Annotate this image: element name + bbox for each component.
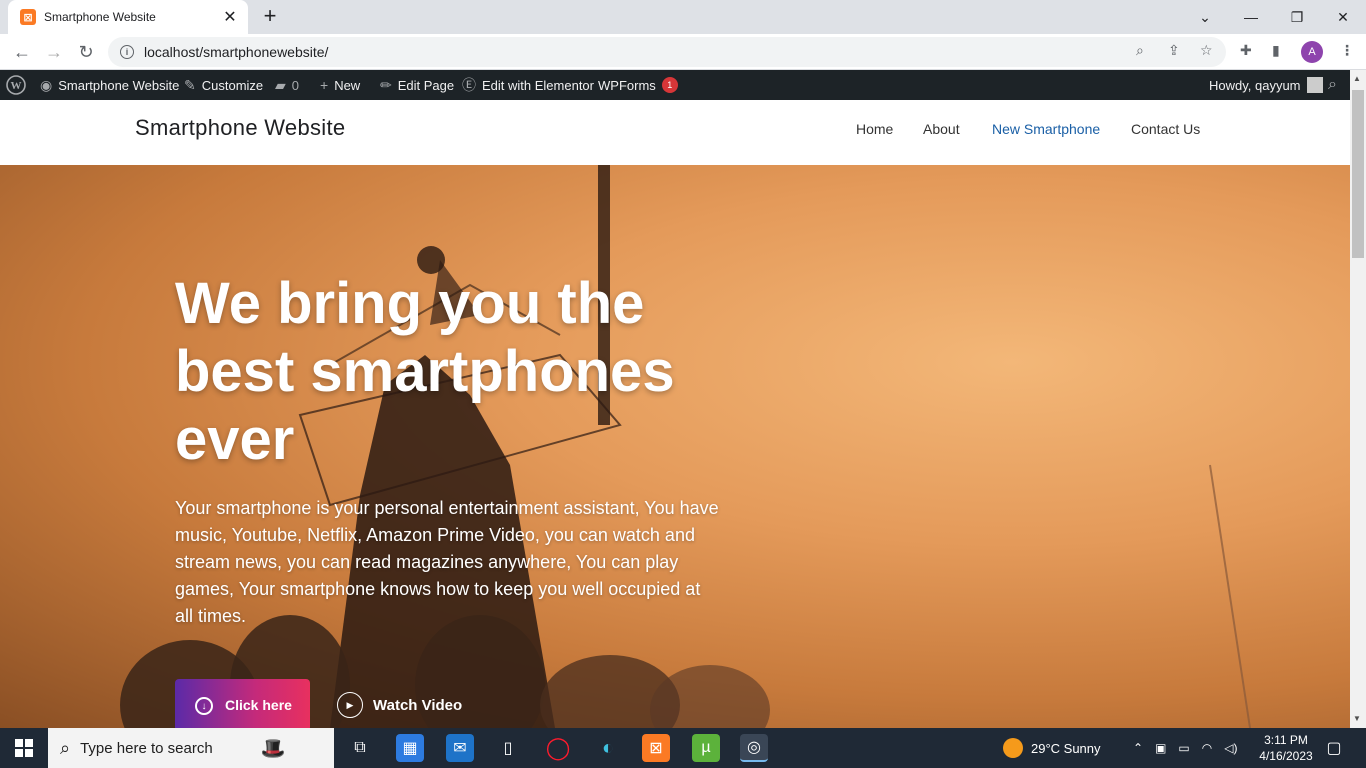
volume-icon[interactable]: ◁) [1224,741,1237,755]
nav-contact-us[interactable]: Contact Us [1131,121,1200,137]
play-icon: ▶ [337,692,363,718]
utorrent-icon[interactable]: µ [692,734,720,762]
edge-icon[interactable]: ◐ [594,734,622,762]
wp-wpforms[interactable]: WPForms 1 [598,70,678,100]
nav-about[interactable]: About [923,121,960,137]
zoom-icon[interactable]: ⌕ [1136,42,1144,59]
wp-comments[interactable]: ▰ 0 [275,70,299,100]
extensions-icon[interactable]: ✚ [1240,42,1252,59]
xampp-icon[interactable]: ⊠ [642,734,670,762]
scroll-up-icon[interactable]: ▲ [1353,74,1361,83]
wpforms-badge: 1 [661,77,678,93]
hero-heading: We bring you the best smartphones ever [175,271,675,472]
tab-title: Smartphone Website [44,10,156,24]
plus-icon: + [320,77,329,93]
brush-icon: ✎ [184,76,196,93]
profile-avatar[interactable]: A [1301,41,1323,63]
system-tray: ⌃ ▣ ▭ ◠ ◁) [1133,728,1237,768]
search-icon: ⌕ [60,737,71,758]
restore-button[interactable]: ❐ [1274,0,1320,34]
wp-edit-page[interactable]: ✏ Edit Page [380,70,454,100]
taskbar-search-box[interactable]: ⌕ Type here to search 🎩 [48,728,334,768]
wp-customize-label: Customize [201,77,264,93]
pencil-icon: ✏ [380,76,392,93]
wp-site-name[interactable]: ◉ Smartphone Website [40,70,179,100]
comments-count: 0 [291,77,300,93]
chevron-up-icon[interactable]: ⌃ [1133,741,1143,755]
wp-greeting: Howdy, qayyum [1209,77,1301,93]
tab-search-icon[interactable]: ⌄ [1182,0,1228,34]
download-circle-icon: ↓ [195,697,213,715]
wifi-icon[interactable]: ◠ [1202,741,1212,755]
wp-edit-page-label: Edit Page [397,77,455,93]
address-bar[interactable]: i localhost/smartphonewebsite/ [108,37,1226,67]
side-panel-icon[interactable]: ▮ [1272,42,1280,59]
weather-text: 29°C Sunny [1031,740,1101,756]
wp-wpforms-label: WPForms [598,77,656,93]
hero-paragraph: Your smartphone is your personal enterta… [175,498,719,626]
wp-admin-bar: W ◉ Smartphone Website ✎ Customize ▰ 0 +… [0,70,1366,100]
wp-elementor[interactable]: Ⓔ Edit with Elementor [462,70,594,100]
browser-tabstrip: ⊠ Smartphone Website ✕ + ⌄ — ❐ ✕ [0,0,1366,34]
wp-customize[interactable]: ✎ Customize [184,70,263,100]
scroll-down-icon[interactable]: ▼ [1353,714,1361,723]
browser-tab[interactable]: ⊠ Smartphone Website ✕ [8,0,248,34]
site-header: Smartphone Website Home About New Smartp… [0,100,1350,165]
task-view-icon[interactable]: ⧉ [346,734,374,762]
menu-kebab-icon[interactable]: ⋮ [1340,42,1354,59]
reload-icon[interactable]: ↻ [72,38,100,66]
scrollbar-thumb[interactable] [1352,90,1364,258]
bookmark-star-icon[interactable]: ☆ [1200,42,1213,59]
share-icon[interactable]: ⇪ [1168,42,1180,59]
clock-date: 4/16/2023 [1259,749,1313,763]
dashboard-icon: ◉ [40,76,53,93]
svg-text:W: W [11,80,22,92]
windows-taskbar: ⌕ Type here to search 🎩 ⧉ ▦ ✉ ▯ ◯ ◐ ⊠ µ … [0,728,1366,768]
hero-section: We bring you the best smartphones ever Y… [0,165,1350,728]
browser-toolbar: ← → ↻ i localhost/smartphonewebsite/ ⌕ ⇪… [0,34,1366,70]
site-title[interactable]: Smartphone Website [135,115,345,141]
taskbar-search-placeholder: Type here to search [80,739,213,757]
click-here-label: Click here [225,697,292,713]
nav-home[interactable]: Home [856,121,893,137]
watch-video-label: Watch Video [373,696,463,714]
wp-account[interactable]: Howdy, qayyum [1209,70,1323,100]
url-text: localhost/smartphonewebsite/ [144,44,329,60]
page-scrollbar[interactable]: ▲ ▼ [1350,70,1366,728]
watch-video-button[interactable]: ▶ Watch Video [337,692,462,718]
weather-widget[interactable]: 29°C Sunny [1003,728,1101,768]
wp-search-icon[interactable]: ⌕ [1328,70,1337,100]
notification-icon[interactable]: ▢ [1320,734,1348,762]
sun-icon [1003,738,1023,758]
minimize-button[interactable]: — [1228,0,1274,34]
search-decoration-icon: 🎩 [260,737,286,760]
site-info-icon[interactable]: i [120,45,134,59]
wp-new[interactable]: + New [320,70,360,100]
forward-icon[interactable]: → [40,38,68,66]
elementor-icon: Ⓔ [462,77,476,93]
wp-new-label: New [334,77,361,93]
clock[interactable]: 3:11 PM 4/16/2023 [1256,728,1316,768]
clock-time: 3:11 PM [1264,733,1308,747]
opera-icon[interactable]: ◯ [544,734,572,762]
wp-elementor-label: Edit with Elementor [482,77,594,93]
user-avatar-icon [1306,77,1323,93]
close-tab-icon[interactable]: ✕ [222,7,238,27]
new-tab-button[interactable]: + [258,5,282,29]
meet-now-icon[interactable]: ▣ [1155,741,1166,755]
back-icon[interactable]: ← [8,38,36,66]
close-window-button[interactable]: ✕ [1320,0,1366,34]
windows-start-icon[interactable] [10,734,38,762]
comment-icon: ▰ [275,76,286,93]
wordpress-logo-icon[interactable]: W [6,70,26,100]
mail-icon[interactable]: ✉ [446,734,474,762]
xampp-favicon-icon: ⊠ [20,9,36,25]
nav-new-smartphone[interactable]: New Smartphone [992,121,1100,137]
wp-site-name-label: Smartphone Website [58,77,180,93]
file-explorer-icon[interactable]: ▯ [494,734,522,762]
battery-icon[interactable]: ▭ [1178,741,1189,755]
click-here-button[interactable]: ↓ Click here [175,679,310,728]
chrome-icon[interactable]: ◎ [740,734,768,762]
microsoft-store-icon[interactable]: ▦ [396,734,424,762]
